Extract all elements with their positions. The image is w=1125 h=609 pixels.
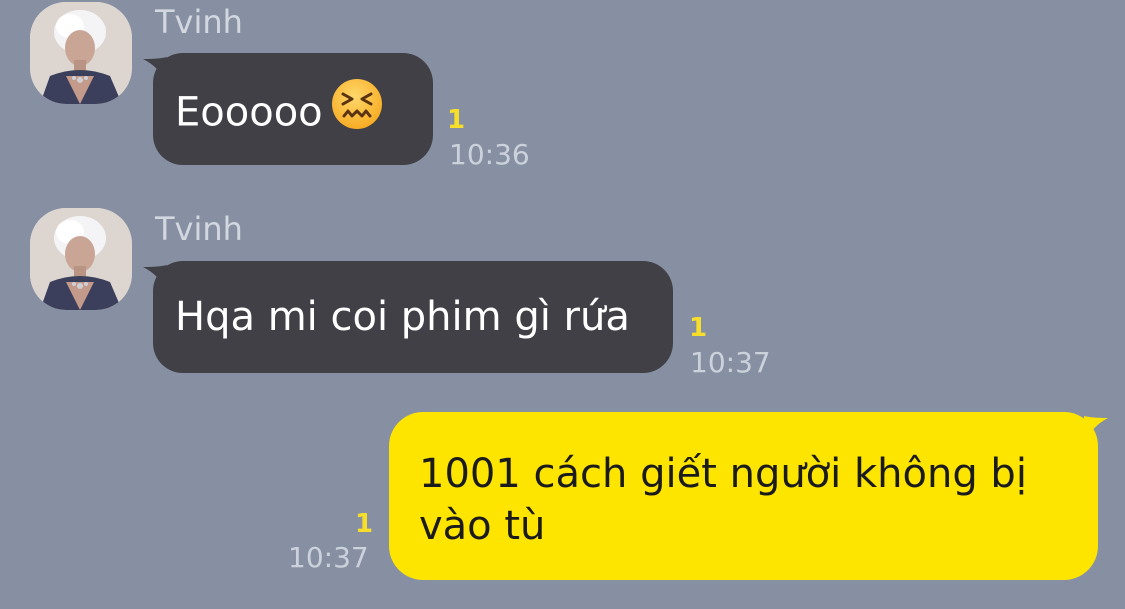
message-bubble[interactable]: Eooooo — [143, 53, 433, 165]
message-bubble[interactable]: Hqa mi coi phim gì rứa — [143, 261, 673, 373]
bubble-tail — [1084, 416, 1108, 444]
unread-count: 1 — [689, 313, 708, 343]
unread-count: 1 — [447, 105, 466, 135]
confounded-face-icon — [331, 78, 383, 145]
message-timestamp: 10:37 — [690, 346, 771, 379]
message-bubble-outgoing[interactable]: 1001 cách giết người không bị vào tù — [389, 412, 1108, 580]
message-timestamp: 10:37 — [288, 541, 369, 574]
message-timestamp: 10:36 — [449, 138, 530, 171]
message-text: Eooooo — [175, 78, 383, 148]
sender-avatar[interactable] — [30, 208, 132, 310]
sender-name: Tvinh — [155, 3, 243, 41]
sender-avatar[interactable] — [30, 2, 132, 104]
chat-conversation-area: Tvinh Eooooo 1 10:36 Tvinh Hqa mi coi ph… — [0, 0, 1125, 609]
unread-count: 1 — [355, 509, 374, 539]
bubble-tail — [143, 57, 167, 83]
message-text-line-1: 1001 cách giết người không bị — [419, 451, 1027, 497]
message-text-line-2: vào tù — [419, 503, 546, 549]
message-text-content: Eooooo — [175, 89, 323, 136]
sender-name: Tvinh — [155, 210, 243, 248]
message-text: Hqa mi coi phim gì rứa — [175, 294, 630, 340]
bubble-tail — [143, 265, 167, 291]
